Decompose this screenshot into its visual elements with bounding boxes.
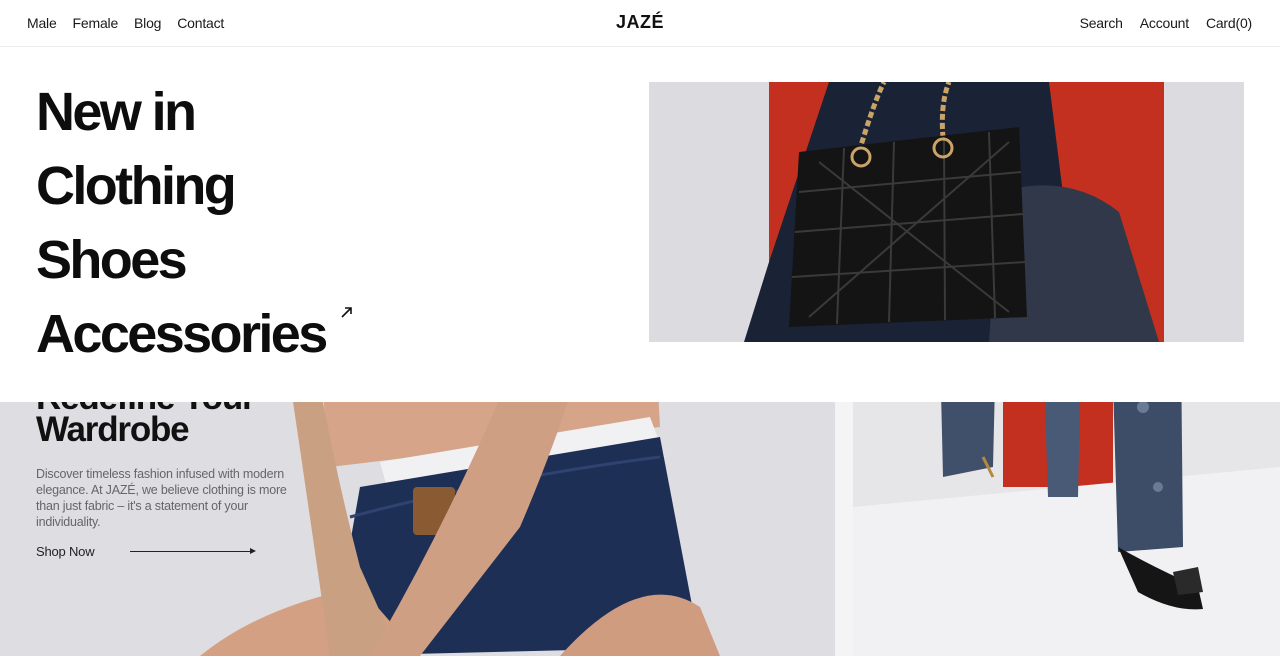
mega-menu-dropdown: New in Clothing Shoes Accessories <box>0 47 1280 402</box>
utility-nav: Search Account Card(0) <box>1080 15 1253 31</box>
handbag-photo-illustration <box>649 82 1244 342</box>
menu-item-new-in[interactable]: New in <box>36 75 326 149</box>
account-link[interactable]: Account <box>1140 15 1189 31</box>
shop-now-link[interactable]: Shop Now <box>36 544 257 559</box>
menu-item-shoes[interactable]: Shoes <box>36 223 326 297</box>
arrow-up-right-icon <box>341 307 352 318</box>
long-arrow-right-icon <box>130 548 257 556</box>
shop-now-label: Shop Now <box>36 544 95 559</box>
search-link[interactable]: Search <box>1080 15 1123 31</box>
menu-item-clothing[interactable]: Clothing <box>36 149 326 223</box>
category-list: New in Clothing Shoes Accessories <box>36 75 352 371</box>
featured-handbag-image[interactable] <box>649 82 1244 342</box>
menu-item-accessories-label: Accessories <box>36 304 328 364</box>
hero-description: Discover timeless fashion infused with m… <box>36 467 287 529</box>
hero-copy: Redefine Your Wardrobe Discover timeless… <box>36 380 336 530</box>
menu-item-accessories[interactable]: Accessories <box>36 297 352 371</box>
cart-link[interactable]: Card(0) <box>1206 15 1252 31</box>
site-header: Male Female Blog Contact JAZÉ Search Acc… <box>0 0 1280 47</box>
